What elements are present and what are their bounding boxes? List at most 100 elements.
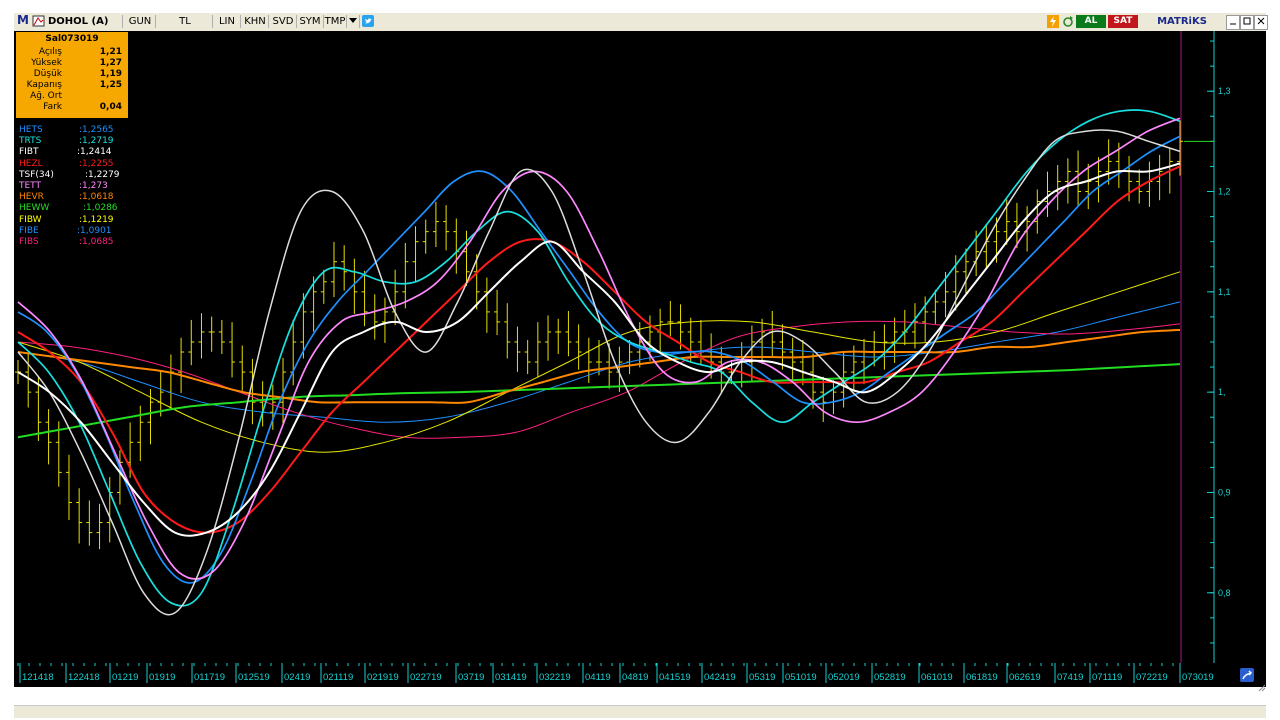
scroll-right-arrow[interactable] <box>1254 707 1264 717</box>
price-bar <box>15 360 21 385</box>
price-bar <box>330 241 337 298</box>
close-icon[interactable] <box>1254 15 1268 30</box>
date-axis-label: 032219 <box>539 672 571 683</box>
price-bar <box>218 319 225 355</box>
info-row-change: Fark 0,04 <box>43 102 122 112</box>
legend-value: :1,2255 <box>79 158 114 169</box>
price-bar <box>881 324 888 370</box>
app-icon[interactable]: M <box>16 14 30 27</box>
price-bar <box>422 219 429 254</box>
price-bar <box>483 277 490 333</box>
legend-value: :1,0901 <box>77 225 112 236</box>
price-bar <box>371 294 378 340</box>
price-bar <box>514 326 521 372</box>
legend-value: :1,2279 <box>85 169 120 180</box>
price-bar <box>1064 158 1071 204</box>
price-bar <box>606 343 613 389</box>
price-bar <box>76 488 83 544</box>
scale-button[interactable]: LIN <box>214 15 241 28</box>
legend-item-fibs[interactable]: FIBS:1,0685 <box>19 237 129 247</box>
khn-button[interactable]: KHN <box>242 15 269 28</box>
price-axis-label: 1,2 <box>1218 187 1231 197</box>
date-axis-label: 062619 <box>1009 672 1041 683</box>
legend-item-fibw[interactable]: FIBW :1,1219 <box>19 215 129 225</box>
info-date: Sal073019 <box>45 34 99 44</box>
date-axis-label: 022719 <box>410 672 442 683</box>
tmp-button[interactable]: TMP <box>324 15 347 28</box>
scroll-left-arrow[interactable] <box>16 707 26 717</box>
settings-icon[interactable] <box>1240 668 1254 682</box>
sell-button[interactable]: SAT <box>1108 15 1138 28</box>
currency-button[interactable]: TL <box>158 15 213 28</box>
date-axis-label: 04819 <box>622 672 648 683</box>
flag-icon[interactable] <box>31 15 45 28</box>
price-bar <box>820 376 827 423</box>
info-row-low: Düşük 1,19 <box>33 69 122 79</box>
price-bar <box>188 319 195 366</box>
legend-name: FIBS <box>19 237 39 247</box>
legend-item-trts[interactable]: TRTS:1,2719 <box>19 136 129 146</box>
price-bar <box>320 269 327 304</box>
legend-value: :1,2719 <box>79 136 114 147</box>
minimize-icon[interactable] <box>1226 15 1240 30</box>
price-bar <box>86 500 93 546</box>
date-axis-label: 122418 <box>68 672 100 683</box>
legend-item-hets[interactable]: HETS:1,2565 <box>19 125 129 135</box>
price-bar <box>983 224 990 270</box>
price-bar <box>96 503 103 550</box>
legend-item-tsf34[interactable]: TSF(34):1,2279 <box>19 170 129 180</box>
legend-value: :1,0286 <box>83 203 118 214</box>
price-bar <box>453 218 460 274</box>
date-axis-label: 052819 <box>874 672 906 683</box>
price-bar <box>157 371 164 417</box>
price-bar <box>1095 157 1102 203</box>
legend-item-fibt[interactable]: FIBT:1,2414 <box>19 147 129 157</box>
price-bar <box>738 342 745 388</box>
legend-value: :1,1219 <box>79 214 114 225</box>
legend-item-hevr[interactable]: HEVR:1,0618 <box>19 192 129 202</box>
price-bar <box>1146 161 1153 207</box>
date-axis-label: 041519 <box>659 672 691 683</box>
legend-name: FIBT <box>19 147 39 158</box>
price-bar <box>555 318 562 355</box>
buy-button[interactable]: AL <box>1076 15 1106 28</box>
chart-canvas[interactable]: 1,3 1,2 1,1 1, 0,9 0,8 <box>14 31 1266 663</box>
price-bar <box>178 337 185 394</box>
price-chart[interactable]: 1,3 1,2 1,1 1, 0,9 0,8 Sal073019 Açılış 1,21 Y… <box>14 31 1266 663</box>
price-bar <box>167 354 174 410</box>
legend-item-tett[interactable]: TETT:1,273 <box>19 181 129 191</box>
price-bar <box>381 297 388 343</box>
price-bar <box>534 322 541 378</box>
symbol-label[interactable]: DOHOL (A) <box>48 15 123 28</box>
date-axis-label: 01219 <box>112 672 138 683</box>
price-bar <box>208 316 215 352</box>
sym-button[interactable]: SYM <box>297 15 324 28</box>
price-bar <box>575 324 582 370</box>
period-button[interactable]: GUN <box>125 15 156 28</box>
date-axis-label: 021119 <box>323 672 353 683</box>
horizontal-scrollbar[interactable] <box>14 705 1266 718</box>
chart-toolbar: M DOHOL (A) GUN TL LIN KHN SVD SYM TMP A… <box>14 13 1268 32</box>
refresh-icon[interactable] <box>1061 15 1075 28</box>
price-axis-label: 0,9 <box>1218 487 1231 497</box>
legend-name: FIBW <box>19 214 42 225</box>
resize-icon[interactable] <box>1258 677 1266 692</box>
date-axis-label: 052019 <box>828 672 860 683</box>
legend-item-heww[interactable]: HEWW:1,0286 <box>19 203 129 213</box>
date-axis-label: 011719 <box>194 672 225 683</box>
ohlc-info-box: Sal073019 Açılış 1,21 Yüksek 1,27 Düşük 1,1… <box>16 32 128 118</box>
dropdown-icon[interactable] <box>347 15 360 28</box>
legend-item-fibe[interactable]: FIBE:1,0901 <box>19 226 129 236</box>
lightning-icon[interactable] <box>1046 15 1060 28</box>
restore-icon[interactable] <box>1240 15 1254 30</box>
price-axis-label: 0,8 <box>1218 588 1231 598</box>
date-axis-label: 031419 <box>495 672 527 683</box>
date-axis-label: 07419 <box>1057 672 1083 683</box>
price-axis-label: 1,3 <box>1218 86 1231 96</box>
price-bar <box>769 310 776 357</box>
legend-item-hezl[interactable]: HEZL:1,2255 <box>19 159 129 169</box>
date-axis-label: 061019 <box>921 672 953 683</box>
date-axis-label: 071119 <box>1092 672 1122 683</box>
twitter-icon[interactable] <box>361 15 374 28</box>
svd-button[interactable]: SVD <box>270 15 297 28</box>
